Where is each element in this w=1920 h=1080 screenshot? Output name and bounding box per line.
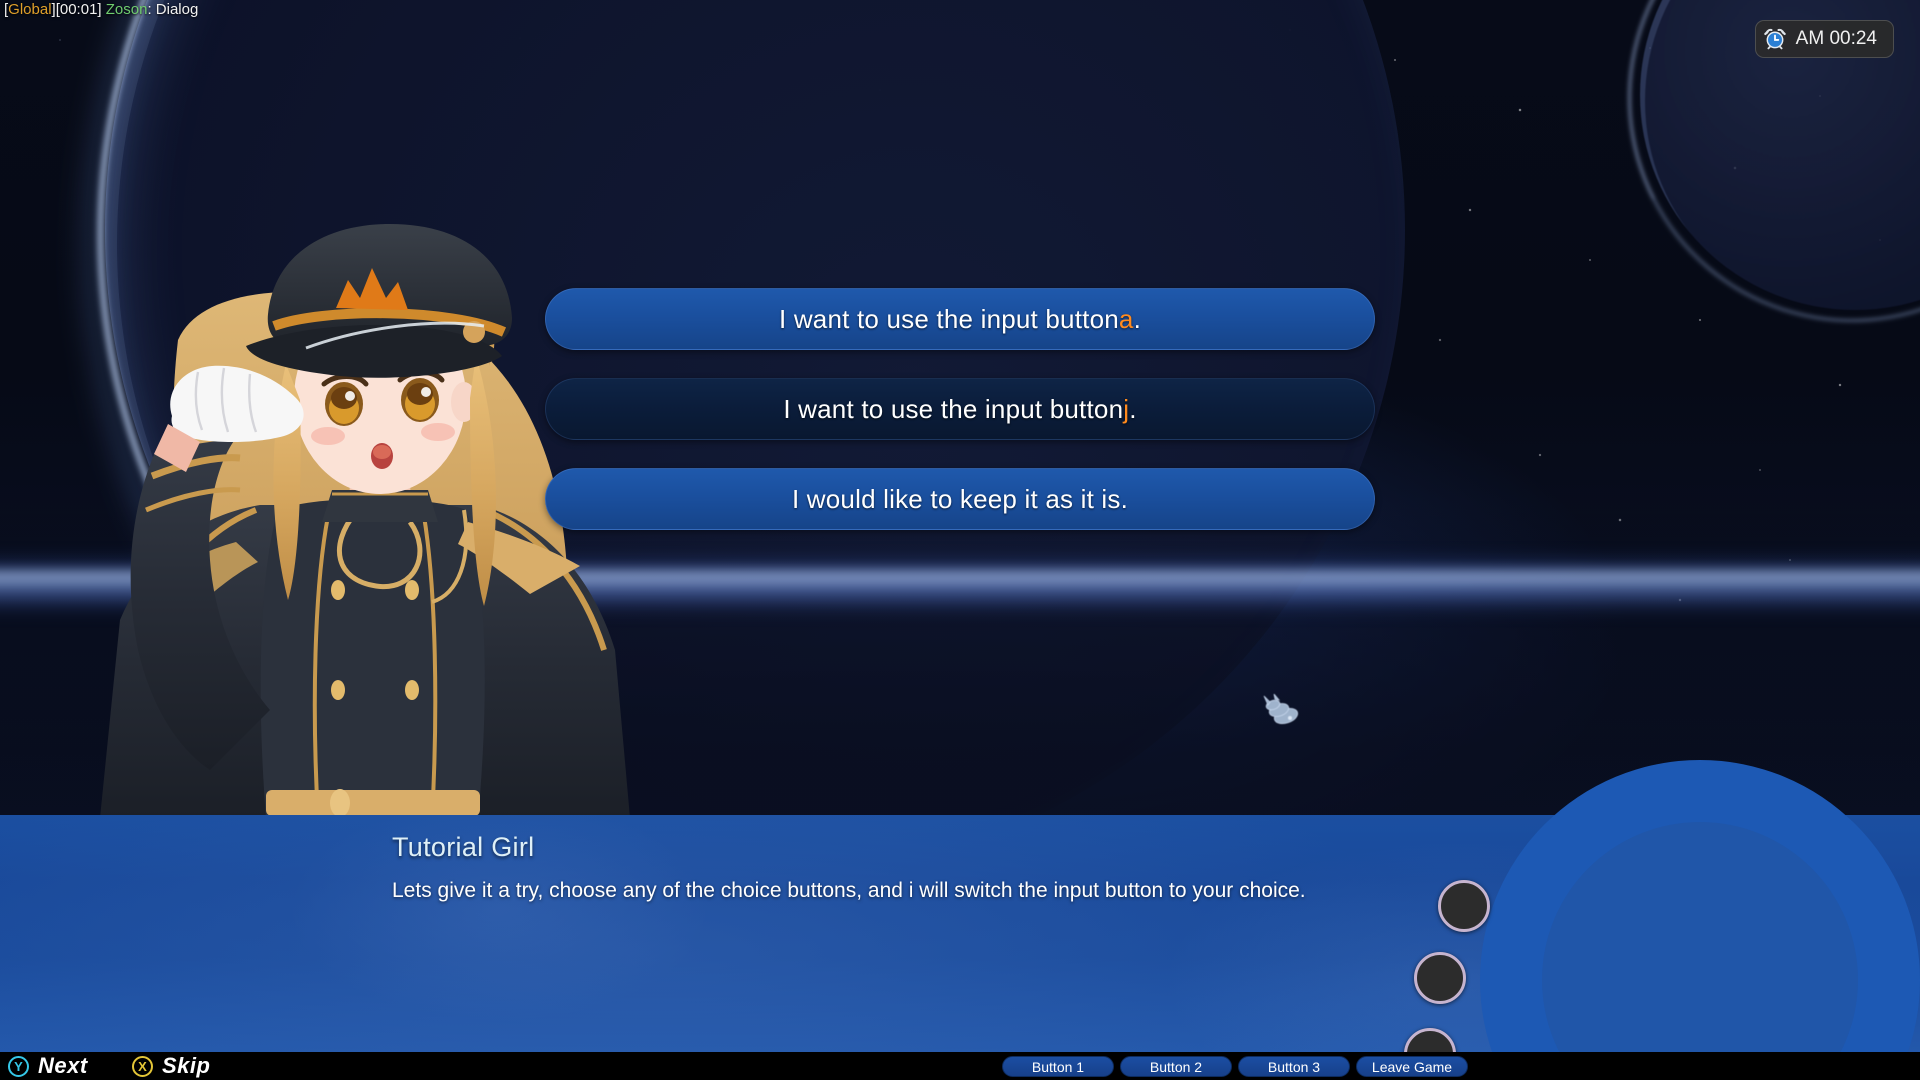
clock-widget[interactable]: AM 00:24 [1754, 20, 1894, 58]
chat-speaker: Zoson [101, 1, 148, 18]
choice-1-prefix: I want to use the input button [778, 303, 1119, 334]
clock-time: AM 00:24 [1795, 28, 1877, 49]
action-button-3[interactable]: Button 3 [1238, 1056, 1350, 1077]
radial-menu-node-2[interactable] [1414, 952, 1466, 1004]
radial-menu-node-1[interactable] [1438, 880, 1490, 932]
leave-game-button[interactable]: Leave Game [1356, 1056, 1468, 1077]
button-y-icon: Y [8, 1055, 29, 1077]
bottom-bar [0, 1052, 1920, 1080]
chat-channel: Global [8, 1, 52, 18]
choice-1-highlight: a [1118, 303, 1134, 334]
skip-prompt[interactable]: X Skip [132, 1052, 210, 1080]
next-label: Next [38, 1053, 88, 1078]
radial-menu-widget[interactable] [1404, 760, 1920, 1080]
action-button-2[interactable]: Button 2 [1120, 1056, 1232, 1077]
game-screen: I want to use the input button a. I want… [0, 0, 1920, 1080]
choice-1-suffix: . [1133, 303, 1141, 334]
choice-button-list: I want to use the input button a. I want… [545, 288, 1375, 558]
dialog-text: Lets give it a try, choose any of the ch… [392, 879, 1306, 902]
choice-button-1[interactable]: I want to use the input button a. [545, 288, 1375, 350]
chat-log-line: [Global][00:01] Zoson: Dialog [4, 1, 198, 18]
alarm-clock-icon [1763, 28, 1786, 50]
floating-drone-icon [1263, 694, 1299, 725]
skip-label: Skip [162, 1053, 211, 1078]
speaker-name: Tutorial Girl [392, 832, 535, 862]
choice-3-prefix: I would like to keep it as it is. [791, 483, 1129, 514]
choice-2-suffix: . [1129, 393, 1137, 424]
chat-timestamp: [00:01] [55, 1, 102, 18]
choice-button-3[interactable]: I would like to keep it as it is. [545, 468, 1375, 530]
choice-2-prefix: I want to use the input button [783, 393, 1124, 424]
next-prompt[interactable]: Y Next [8, 1052, 88, 1080]
action-button-1[interactable]: Button 1 [1002, 1056, 1114, 1077]
button-x-icon: X [132, 1055, 153, 1077]
action-button-bar: Button 1 Button 2 Button 3 Leave Game [1002, 1056, 1468, 1077]
chat-message: : Dialog [147, 1, 199, 18]
choice-button-2[interactable]: I want to use the input button j. [545, 378, 1375, 440]
